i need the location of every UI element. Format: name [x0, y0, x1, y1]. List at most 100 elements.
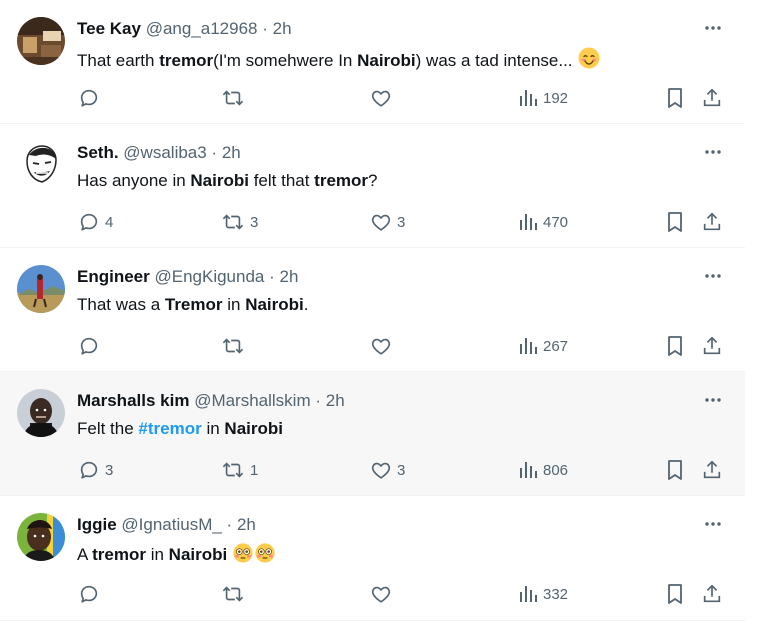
timestamp[interactable]: 2h [222, 143, 241, 162]
share-button[interactable] [701, 333, 723, 359]
share-button[interactable] [701, 209, 723, 235]
reply-count: 4 [105, 213, 114, 231]
retweet-button[interactable]: 3 [221, 209, 258, 235]
tweet-text: That was a Tremor in Nairobi. [77, 294, 309, 316]
retweet-button[interactable] [221, 333, 245, 359]
retweet-button[interactable]: 1 [221, 457, 258, 483]
smiling-face-emoji-icon [577, 46, 601, 76]
timestamp[interactable]: 2h [273, 19, 292, 38]
tweet-text: A tremor in Nairobi [77, 542, 276, 570]
reply-button[interactable] [78, 581, 100, 607]
tweet-feed: Tee Kay @ang_a12968 · 2h That earth tremo… [0, 0, 745, 621]
like-count: 3 [397, 213, 406, 231]
bookmark-icon [665, 335, 685, 357]
text-segment: That was a [77, 295, 165, 314]
avatar[interactable] [17, 513, 65, 561]
tweet[interactable]: Iggie @IgnatiusM_ · 2h A tremor in Nairob… [0, 496, 745, 621]
handle[interactable]: @EngKigunda [154, 267, 264, 286]
display-name[interactable]: Marshalls kim [77, 391, 189, 410]
retweet-count: 1 [250, 461, 259, 479]
retweet-icon [221, 335, 245, 357]
highlighted-term: tremor [159, 51, 214, 70]
more-options-icon[interactable] [703, 18, 723, 38]
share-button[interactable] [701, 581, 723, 607]
text-segment: ) was a tad intense... [415, 51, 578, 70]
views-button[interactable]: 470 [518, 209, 568, 235]
retweet-icon [221, 211, 245, 233]
tweet-header: Marshalls kim @Marshallskim · 2h [77, 390, 345, 412]
reply-button[interactable]: 4 [78, 209, 113, 235]
share-icon [701, 335, 723, 357]
more-options-icon[interactable] [703, 142, 723, 162]
like-button[interactable] [370, 581, 392, 607]
like-button[interactable] [370, 85, 392, 111]
avatar[interactable] [17, 141, 65, 189]
tweet[interactable]: Engineer @EngKigunda · 2h That was a Trem… [0, 248, 745, 372]
views-count: 192 [543, 89, 569, 107]
views-button[interactable]: 806 [518, 457, 568, 483]
tweet-text: That earth tremor(I'm somehwere In Nairo… [77, 46, 601, 76]
retweet-button[interactable] [221, 85, 245, 111]
handle[interactable]: @ang_a12968 [146, 19, 258, 38]
bookmark-icon [665, 583, 685, 605]
more-options-icon[interactable] [703, 390, 723, 410]
display-name[interactable]: Seth. [77, 143, 119, 162]
text-segment: That earth [77, 51, 160, 70]
bookmark-icon [665, 459, 685, 481]
avatar[interactable] [17, 389, 65, 437]
handle[interactable]: @Marshallskim [194, 391, 310, 410]
timestamp[interactable]: 2h [237, 515, 256, 534]
tweet-header: Engineer @EngKigunda · 2h [77, 266, 298, 288]
text-segment: Has anyone in [77, 171, 191, 190]
timestamp[interactable]: 2h [326, 391, 345, 410]
like-button[interactable]: 3 [370, 457, 405, 483]
views-button[interactable]: 192 [518, 85, 568, 111]
views-count: 332 [543, 585, 569, 603]
avatar[interactable] [17, 265, 65, 313]
display-name[interactable]: Iggie [77, 515, 117, 534]
handle[interactable]: @wsaliba3 [123, 143, 206, 162]
bookmark-icon [665, 211, 685, 233]
text-segment: felt that [248, 171, 315, 190]
flushed-face-emoji-icon [254, 542, 276, 570]
reply-count: 3 [105, 461, 114, 479]
more-options-icon[interactable] [703, 514, 723, 534]
hashtag-link[interactable]: #tremor [138, 419, 201, 438]
timestamp[interactable]: 2h [280, 267, 299, 286]
share-button[interactable] [701, 457, 723, 483]
bookmark-button[interactable] [665, 581, 685, 607]
display-name[interactable]: Tee Kay [77, 19, 141, 38]
separator-dot: · [206, 143, 222, 162]
tweet[interactable]: Marshalls kim @Marshallskim · 2h Felt the… [0, 372, 745, 496]
reply-button[interactable] [78, 85, 100, 111]
tweet-header: Seth. @wsaliba3 · 2h [77, 142, 241, 164]
avatar[interactable] [17, 17, 65, 65]
highlighted-term: tremor [314, 171, 369, 190]
text-segment: in [145, 545, 169, 564]
share-button[interactable] [701, 85, 723, 111]
tweet[interactable]: Seth. @wsaliba3 · 2h Has anyone in Nairob… [0, 124, 745, 248]
bookmark-button[interactable] [665, 457, 685, 483]
reply-button[interactable]: 3 [78, 457, 113, 483]
handle[interactable]: @IgnatiusM_ [121, 515, 221, 534]
tweet[interactable]: Tee Kay @ang_a12968 · 2h That earth tremo… [0, 0, 745, 124]
like-button[interactable]: 3 [370, 209, 405, 235]
views-button[interactable]: 332 [518, 581, 568, 607]
like-icon [370, 87, 392, 109]
bookmark-button[interactable] [665, 333, 685, 359]
like-icon [370, 335, 392, 357]
views-icon [518, 212, 538, 232]
display-name[interactable]: Engineer [77, 267, 150, 286]
bookmark-button[interactable] [665, 209, 685, 235]
views-button[interactable]: 267 [518, 333, 568, 359]
retweet-button[interactable] [221, 581, 245, 607]
like-button[interactable] [370, 333, 392, 359]
like-count: 3 [397, 461, 406, 479]
tweet-header: Tee Kay @ang_a12968 · 2h [77, 18, 292, 40]
reply-button[interactable] [78, 333, 100, 359]
highlighted-term: tremor [92, 545, 146, 564]
views-icon [518, 584, 538, 604]
highlighted-term: Nairobi [357, 51, 416, 70]
bookmark-button[interactable] [665, 85, 685, 111]
more-options-icon[interactable] [703, 266, 723, 286]
